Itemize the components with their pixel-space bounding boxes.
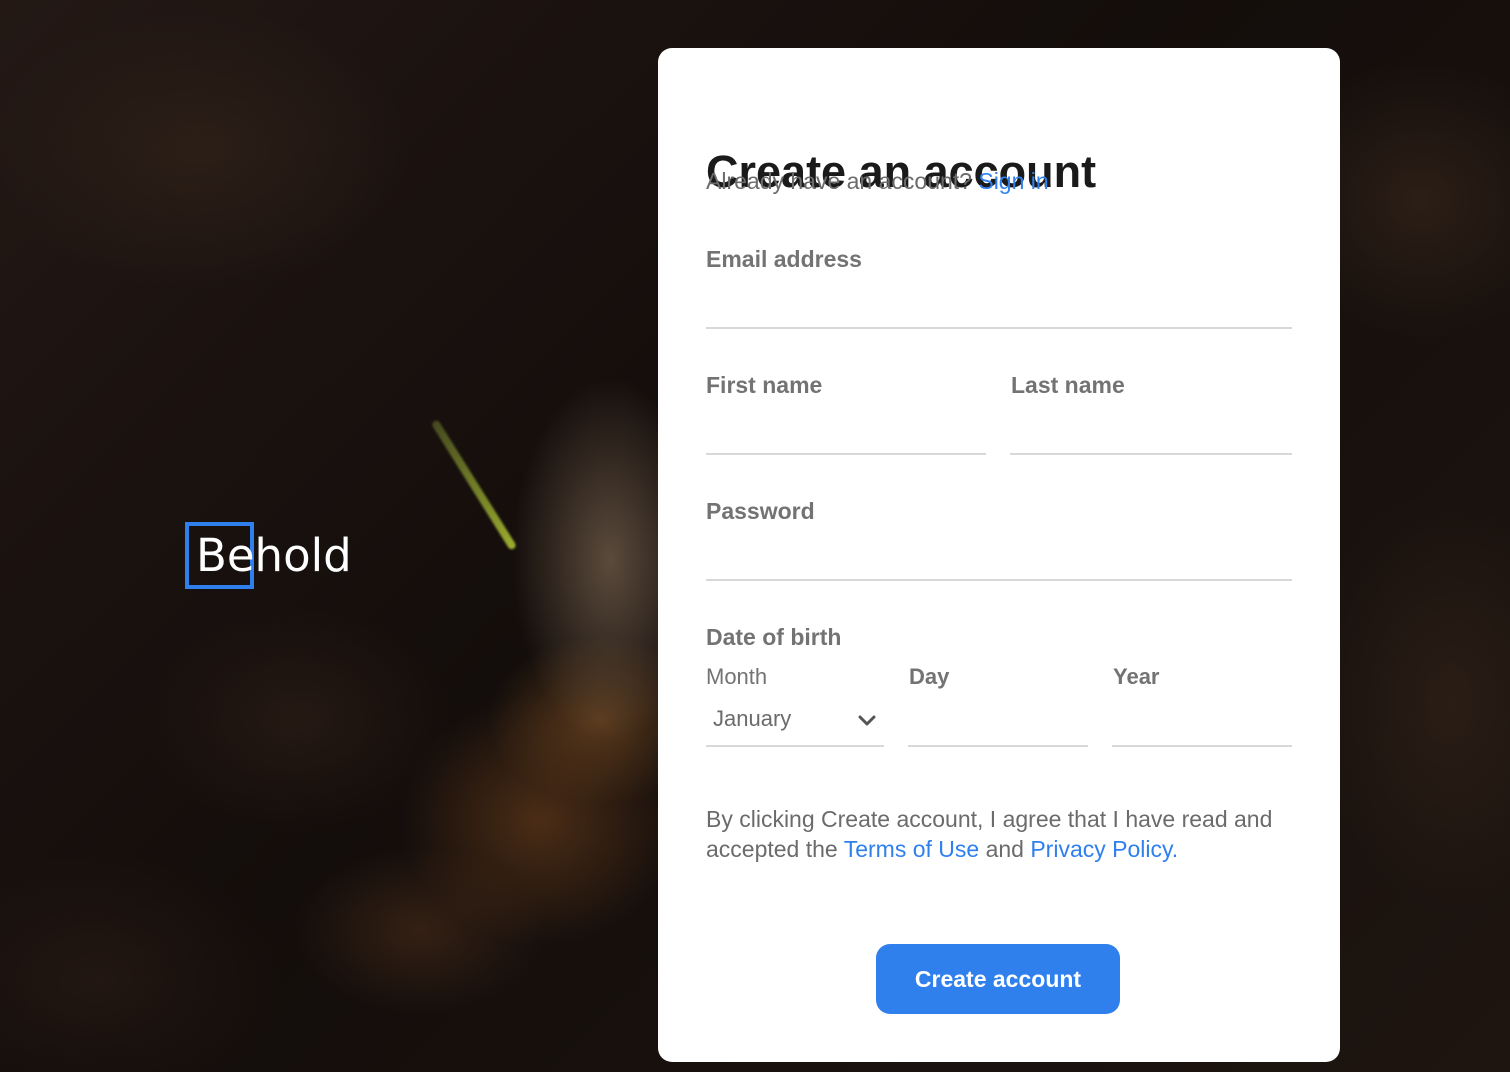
privacy-policy-label: Privacy Policy	[1030, 836, 1172, 862]
day-label: Day	[909, 664, 950, 689]
password-label: Password	[706, 498, 815, 524]
create-account-button[interactable]: Create account	[876, 944, 1120, 1014]
email-field[interactable]	[706, 288, 1292, 324]
terms-of-use-link[interactable]: Terms of Use	[844, 836, 979, 862]
password-underline	[706, 579, 1292, 581]
month-value: January	[713, 706, 792, 731]
logo-text: Behold	[196, 529, 352, 582]
last-name-label: Last name	[1011, 372, 1125, 398]
privacy-policy-link[interactable]: Privacy Policy.	[1030, 836, 1178, 862]
year-underline	[1112, 745, 1292, 747]
brand-logo: Behold	[185, 522, 352, 589]
password-field[interactable]	[706, 540, 1292, 576]
last-name-field[interactable]	[1010, 414, 1292, 450]
terms-and: and	[985, 836, 1024, 862]
day-field[interactable]	[908, 704, 1088, 740]
month-select[interactable]: January	[706, 698, 884, 744]
month-underline	[706, 745, 884, 747]
chevron-down-icon	[858, 715, 876, 726]
day-underline	[908, 745, 1088, 747]
first-name-underline	[706, 453, 986, 455]
first-name-field[interactable]	[706, 414, 986, 450]
signin-prompt-line: Already have an account? Sign in	[706, 166, 1049, 196]
terms-text: By clicking Create account, I agree that…	[706, 804, 1296, 864]
signup-card: Create an account Already have an accoun…	[658, 48, 1340, 1062]
first-name-label: First name	[706, 372, 823, 398]
signin-prompt: Already have an account?	[706, 168, 972, 194]
email-label: Email address	[706, 246, 862, 272]
email-underline	[706, 327, 1292, 329]
last-name-underline	[1010, 453, 1292, 455]
privacy-policy-period: .	[1171, 836, 1179, 862]
dob-label: Date of birth	[706, 624, 842, 650]
signin-link[interactable]: Sign in	[978, 168, 1048, 194]
year-label: Year	[1113, 664, 1160, 689]
year-field[interactable]	[1112, 704, 1292, 740]
month-label: Month	[706, 664, 768, 689]
